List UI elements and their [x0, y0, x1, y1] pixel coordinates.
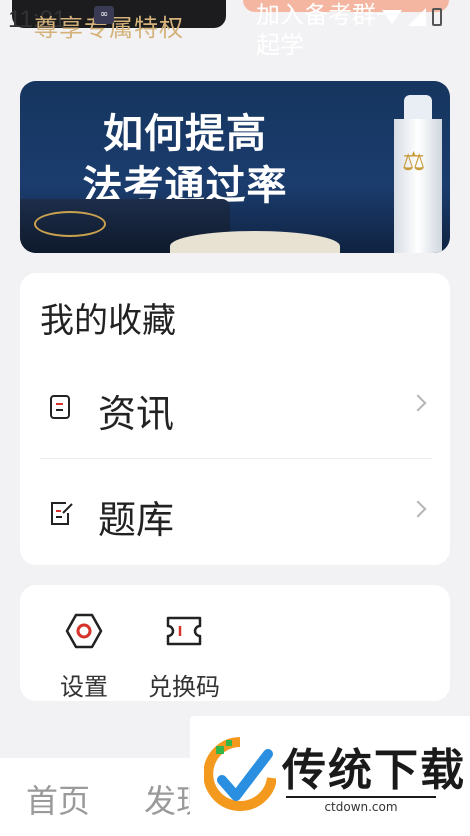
open-book-image: [170, 231, 340, 253]
watermark-logo-icon: [204, 737, 276, 811]
redeem-code-label: 兑换码: [148, 673, 220, 701]
notification-icon: ∞: [94, 6, 114, 24]
lighthouse-body: [394, 119, 442, 253]
settings-hex-icon: [65, 613, 103, 649]
ticket-icon: [166, 616, 202, 646]
tools-card: 设置 兑换码: [20, 585, 450, 701]
watermark-subtitle: ctdown.com: [286, 796, 436, 814]
settings-button[interactable]: 设置: [34, 611, 134, 702]
favorites-title: 我的收藏: [40, 301, 176, 341]
system-icons: [382, 8, 442, 26]
favorites-item-question-bank[interactable]: 题库: [20, 463, 450, 563]
book-emblem: [34, 211, 106, 237]
chevron-right-icon: [409, 394, 427, 412]
divider: [40, 458, 432, 459]
hero-title-line1: 如何提高: [103, 111, 267, 157]
lighthouse-image: ⚖: [390, 95, 446, 253]
signal-icon: [408, 8, 426, 26]
chevron-right-icon: [409, 500, 427, 518]
favorites-item-news[interactable]: 资讯: [20, 357, 450, 457]
lighthouse-top: [404, 95, 432, 121]
edit-note-icon: [51, 502, 73, 525]
favorites-item-label: 题库: [98, 498, 175, 542]
hero-banner[interactable]: 如何提高 法考通过率 ⚖: [20, 81, 450, 253]
redeem-code-button[interactable]: 兑换码: [134, 611, 234, 702]
settings-label: 设置: [60, 673, 108, 701]
document-icon: [50, 395, 70, 419]
watermark: 传统下载 ctdown.com: [190, 716, 470, 836]
wifi-icon: [382, 10, 402, 24]
battery-icon: [432, 8, 442, 26]
favorites-item-label: 资讯: [98, 392, 175, 436]
status-bar: 11:01 尊享专属特权 ∞ 加入备考群一起学: [0, 0, 470, 59]
scale-of-justice-icon: ⚖: [402, 147, 426, 177]
watermark-title: 传统下载: [282, 745, 466, 796]
favorites-card: 我的收藏 资讯 题库: [20, 273, 450, 565]
nav-item-home[interactable]: 首页: [26, 776, 90, 822]
